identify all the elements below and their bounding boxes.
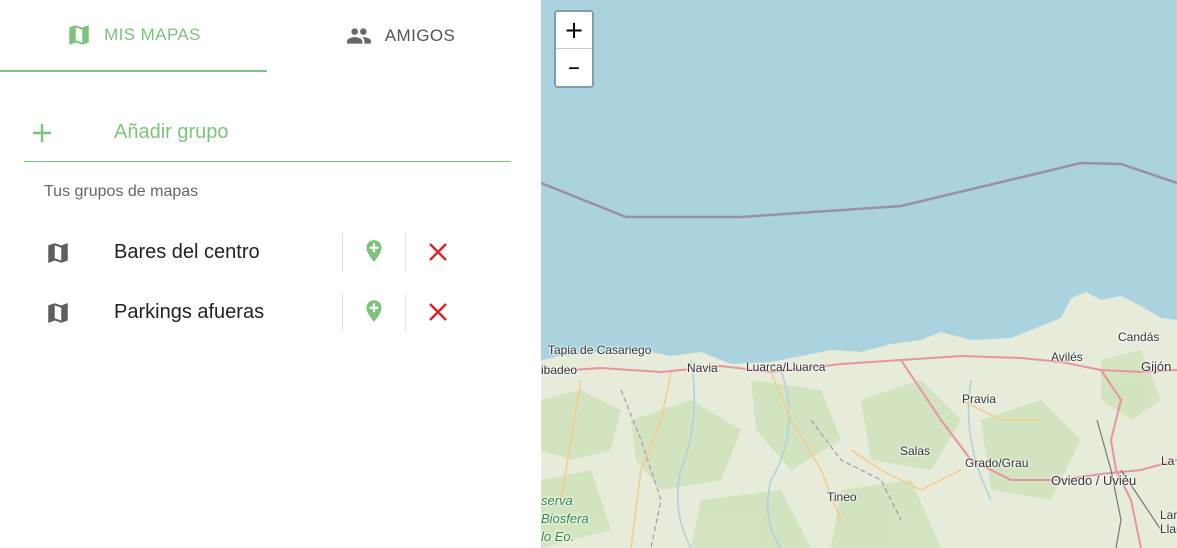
list-item[interactable]: Bares del centro xyxy=(24,232,511,274)
place-label: Tapia de Casariego xyxy=(548,343,652,357)
people-icon xyxy=(346,23,372,49)
groups-section-label: Tus grupos de mapas xyxy=(44,183,199,200)
tab-bar: MIS MAPAS AMIGOS xyxy=(0,0,541,72)
place-label: lo Eo. xyxy=(541,529,575,544)
place-label: Grado/Grau xyxy=(965,456,1029,470)
divider xyxy=(405,233,406,272)
place-label: Oviedo / Uviéu xyxy=(1051,473,1137,488)
map-icon xyxy=(44,300,72,326)
place-label: Avilés xyxy=(1051,350,1083,364)
sidebar: MIS MAPAS AMIGOS Añadir grupo Tus grupos… xyxy=(0,0,541,548)
place-label: Biosfera xyxy=(541,511,589,526)
map-tiles[interactable] xyxy=(541,0,1177,548)
list-item[interactable]: Parkings afueras xyxy=(24,292,511,334)
delete-icon[interactable] xyxy=(426,240,450,264)
group-name: Bares del centro xyxy=(114,241,260,263)
divider xyxy=(342,293,343,332)
zoom-control: + – xyxy=(554,10,594,88)
tab-friends-label: AMIGOS xyxy=(384,26,456,45)
place-label: Navia xyxy=(687,361,718,375)
plus-icon xyxy=(24,115,60,151)
place-label: Lang xyxy=(1160,508,1177,522)
delete-icon[interactable] xyxy=(426,300,450,324)
place-label: serva xyxy=(541,493,573,508)
add-group-button[interactable]: Añadir grupo xyxy=(24,104,511,162)
tab-friends[interactable]: AMIGOS xyxy=(267,0,534,72)
place-label: La P xyxy=(1161,454,1177,468)
zoom-in-button[interactable]: + xyxy=(556,12,592,49)
divider xyxy=(342,233,343,272)
group-name: Parkings afueras xyxy=(114,301,265,323)
tab-my-maps[interactable]: MIS MAPAS xyxy=(0,0,267,72)
add-location-icon[interactable] xyxy=(361,295,387,327)
map-view[interactable]: Tapia de Casariego ibadeo Navia Luarca/L… xyxy=(541,0,1177,548)
map-icon xyxy=(44,240,72,266)
tab-my-maps-label: MIS MAPAS xyxy=(104,25,201,44)
place-label: Gijón xyxy=(1141,359,1172,374)
add-group-label: Añadir grupo xyxy=(114,121,229,143)
divider xyxy=(405,293,406,332)
place-label: Tineo xyxy=(827,490,857,504)
place-label: Luarca/Lluarca xyxy=(746,360,826,374)
place-label: Candás xyxy=(1118,330,1160,344)
app-root: MIS MAPAS AMIGOS Añadir grupo Tus grupos… xyxy=(0,0,1177,548)
place-label: ibadeo xyxy=(541,363,578,377)
place-label: Llane xyxy=(1160,522,1177,536)
zoom-out-button[interactable]: – xyxy=(556,49,592,86)
place-label: Pravia xyxy=(962,392,997,406)
place-label: Salas xyxy=(900,444,931,458)
map-icon xyxy=(66,22,92,48)
add-location-icon[interactable] xyxy=(361,235,387,267)
